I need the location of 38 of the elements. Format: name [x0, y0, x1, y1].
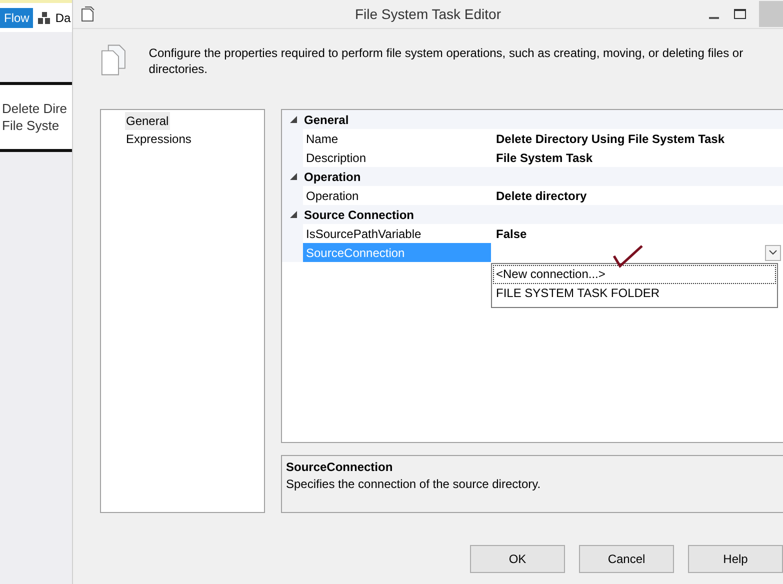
data-flow-icon: [37, 10, 52, 24]
property-value: Delete Directory Using File System Task: [496, 132, 725, 146]
category-label: Source Connection: [304, 208, 414, 222]
collapse-icon[interactable]: [290, 116, 296, 123]
dialog-button[interactable]: OK: [470, 545, 565, 573]
property-name[interactable]: Operation: [303, 186, 491, 205]
window-title: File System Task Editor: [354, 6, 502, 22]
minimize-icon: [709, 17, 719, 19]
property-value: File System Task: [496, 150, 592, 164]
page-item[interactable]: General: [125, 112, 170, 130]
caret-icon: [769, 250, 777, 255]
window-icon: [81, 6, 95, 22]
category-label: General: [304, 112, 349, 126]
dropdown-option[interactable]: FILE SYSTEM TASK FOLDER: [493, 284, 776, 303]
page-item[interactable]: Expressions: [125, 130, 192, 148]
property-name[interactable]: IsSourcePathVariable: [303, 224, 491, 243]
property-name[interactable]: Description: [303, 148, 491, 167]
maximize-icon: [734, 9, 746, 19]
dropdown-button[interactable]: [765, 244, 781, 260]
dropdown-option[interactable]: <New connection...>: [493, 265, 776, 284]
category-label: Operation: [304, 170, 361, 184]
task-label: Delete Dire: [2, 100, 68, 117]
help-text: Specifies the connection of the source directory.: [286, 476, 542, 493]
property-value: Delete directory: [496, 188, 587, 202]
task-box[interactable]: Delete Dire File Syste: [0, 82, 72, 152]
help-title: SourceConnection: [286, 459, 394, 475]
designer-tab[interactable]: Da: [55, 10, 71, 24]
dialog-description: Configure the properties required to perform file system operations, such as creating, moving, or deleting files or directories.: [148, 45, 744, 78]
property-name[interactable]: Name: [303, 129, 491, 148]
documents-icon: [101, 43, 127, 77]
task-label: File Syste: [2, 117, 60, 134]
designer-tab[interactable]: Flow: [0, 8, 34, 28]
check-icon: [612, 244, 644, 268]
property-value: False: [496, 226, 527, 240]
dialog-button[interactable]: Cancel: [579, 545, 674, 573]
collapse-icon[interactable]: [290, 173, 296, 180]
collapse-icon[interactable]: [290, 211, 296, 218]
dialog-button[interactable]: Help: [688, 545, 783, 573]
